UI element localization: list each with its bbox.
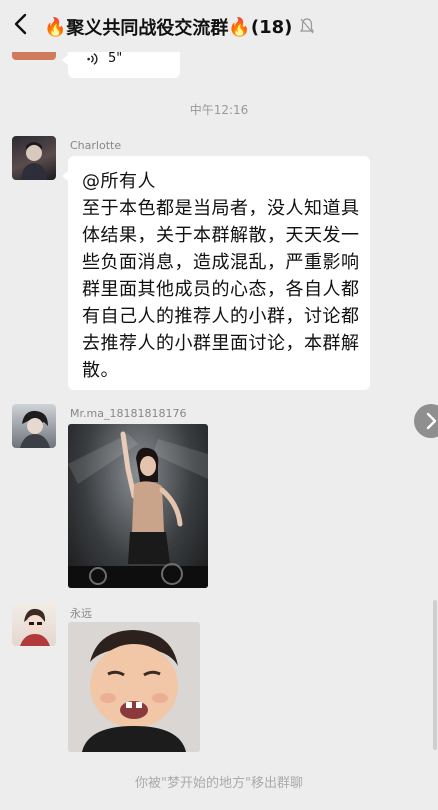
- chevron-right-icon: [426, 412, 437, 430]
- avatar-figure: [20, 410, 50, 448]
- back-arrow-icon[interactable]: [12, 12, 30, 36]
- scrollbar[interactable]: [433, 600, 437, 750]
- group-name: 聚义共同战役交流群: [66, 18, 229, 39]
- side-expand-button[interactable]: [414, 404, 438, 438]
- flame-icon: 🔥: [44, 16, 67, 38]
- avatar-yongyuan[interactable]: [12, 602, 56, 646]
- system-notice: 你被"梦开始的地方"移出群聊: [135, 776, 303, 791]
- sender-name: Charlotte: [70, 139, 122, 152]
- text-message-bubble[interactable]: @所有人 至于本色都是当局者，没人知道具体结果，关于本群解散，天天发一些负面消息…: [62, 156, 370, 390]
- chat-title: 🔥 聚义共同战役交流群 🔥 (18): [44, 14, 292, 40]
- sender-name: Mr.ma_18181818176: [70, 407, 187, 420]
- sticker-message[interactable]: [68, 622, 200, 752]
- avatar-charlotte[interactable]: [12, 136, 56, 180]
- mute-bell-icon: [299, 18, 315, 34]
- avatar-figure: [20, 608, 50, 646]
- chat-header: 🔥 聚义共同战役交流群 🔥 (18): [0, 0, 438, 52]
- image-message[interactable]: [68, 424, 208, 588]
- time-divider: 中午12:16: [189, 103, 249, 117]
- avatar-mr-ma[interactable]: [12, 404, 56, 448]
- voice-duration: 5": [108, 51, 123, 66]
- voice-wave-icon: [87, 53, 98, 65]
- dancer-photo: [68, 431, 208, 588]
- flame-icon: 🔥: [228, 16, 251, 38]
- sender-name: 永远: [70, 607, 92, 620]
- member-count: (18): [250, 16, 293, 38]
- baby-face-sticker: [82, 630, 186, 752]
- message-text: @所有人 至于本色都是当局者，没人知道具体结果，关于本群解散，天天发一些负面消息…: [82, 171, 360, 381]
- avatar-figure: [21, 142, 47, 180]
